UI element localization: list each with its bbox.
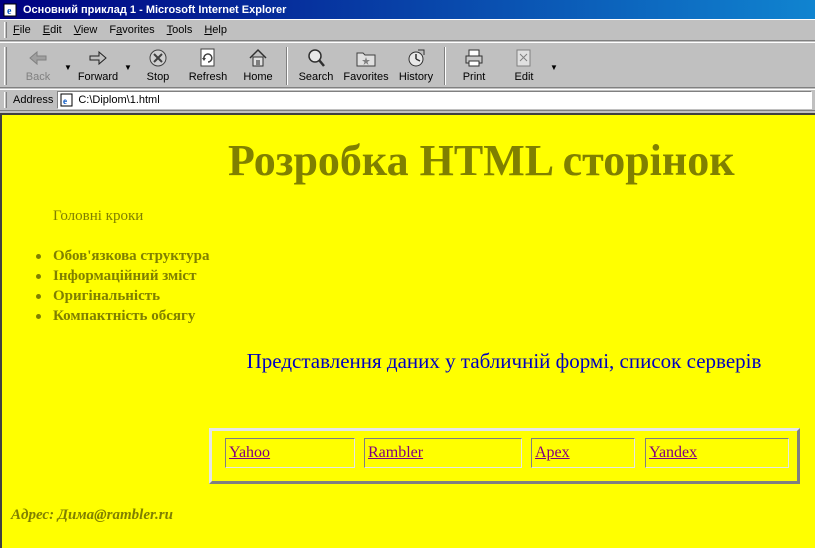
back-arrow-icon [27, 47, 49, 69]
page-icon: e [60, 93, 74, 107]
printer-icon [463, 47, 485, 69]
edit-dropdown-icon[interactable]: ▼ [549, 47, 559, 87]
toolbar-separator [286, 47, 288, 85]
home-icon [247, 47, 269, 69]
refresh-button[interactable]: Refresh [183, 47, 233, 87]
server-link-yahoo[interactable]: Yahoo [229, 444, 270, 462]
back-button[interactable]: Back [13, 47, 63, 87]
contact-address: Адрес: Дима@rambler.ru [11, 507, 173, 523]
page-content: Розробка HTML сторінок Головні кроки Обо… [0, 113, 815, 548]
server-link-apex[interactable]: Apex [535, 444, 570, 462]
bullet-icon [36, 253, 41, 259]
history-button[interactable]: History [391, 47, 441, 87]
page-title: Розробка HTML сторінок [228, 136, 735, 185]
menu-tools[interactable]: Tools [167, 24, 193, 36]
bullet-icon [36, 273, 41, 279]
forward-dropdown-icon[interactable]: ▼ [123, 47, 133, 87]
forward-button[interactable]: Forward [73, 47, 123, 87]
address-label: Address [13, 94, 54, 106]
server-link-rambler[interactable]: Rambler [368, 444, 423, 462]
menu-favorites[interactable]: Favorites [109, 24, 154, 36]
list-item: Оригінальність [36, 286, 209, 306]
list-item: Обов'язкова структура [36, 246, 209, 266]
window-title: Основний приклад 1 - Microsoft Internet … [23, 3, 287, 16]
history-icon [405, 47, 427, 69]
address-value: C:\Diplom\1.html [78, 94, 160, 106]
home-button[interactable]: Home [233, 47, 283, 87]
address-bar: Address e C:\Diplom\1.html [0, 89, 815, 111]
table-cell: Yahoo [225, 438, 355, 468]
title-bar: e Основний приклад 1 - Microsoft Interne… [0, 0, 815, 19]
bullet-icon [36, 313, 41, 319]
forward-arrow-icon [87, 47, 109, 69]
server-link-yandex[interactable]: Yandex [649, 444, 697, 462]
table-cell: Rambler [364, 438, 522, 468]
menu-file[interactable]: File [13, 24, 31, 36]
menu-grip [4, 22, 7, 38]
address-input[interactable]: e C:\Diplom\1.html [57, 91, 812, 109]
steps-list: Обов'язкова структура Інформаційний зміс… [36, 246, 209, 326]
table-cell: Yandex [645, 438, 789, 468]
list-item: Компактність обсягу [36, 306, 209, 326]
ie-page-icon: e [3, 3, 19, 17]
back-dropdown-icon[interactable]: ▼ [63, 47, 73, 87]
toolbar-separator [444, 47, 446, 85]
edit-button[interactable]: Edit [499, 47, 549, 87]
bullet-icon [36, 293, 41, 299]
menu-edit[interactable]: Edit [43, 24, 62, 36]
table-heading: Представлення даних у табличній формі, с… [246, 349, 762, 373]
server-table: Yahoo Rambler Apex Yandex [209, 428, 800, 484]
svg-text:e: e [7, 6, 12, 17]
search-icon [305, 47, 327, 69]
steps-heading: Головні кроки [53, 208, 144, 224]
toolbar-grip [4, 47, 7, 85]
table-cell: Apex [531, 438, 635, 468]
standard-toolbar: Back ▼ Forward ▼ Stop Refresh Home Searc… [0, 42, 815, 88]
favorites-button[interactable]: Favorites [341, 47, 391, 87]
list-item: Інформаційний зміст [36, 266, 209, 286]
menu-view[interactable]: View [74, 24, 98, 36]
menu-help[interactable]: Help [204, 24, 227, 36]
favorites-folder-icon [355, 47, 377, 69]
search-button[interactable]: Search [291, 47, 341, 87]
stop-button[interactable]: Stop [133, 47, 183, 87]
address-grip [4, 92, 7, 108]
print-button[interactable]: Print [449, 47, 499, 87]
stop-icon [147, 47, 169, 69]
menu-bar: File Edit View Favorites Tools Help [0, 19, 815, 41]
svg-text:e: e [63, 96, 67, 106]
refresh-icon [197, 47, 219, 69]
edit-page-icon [513, 47, 535, 69]
